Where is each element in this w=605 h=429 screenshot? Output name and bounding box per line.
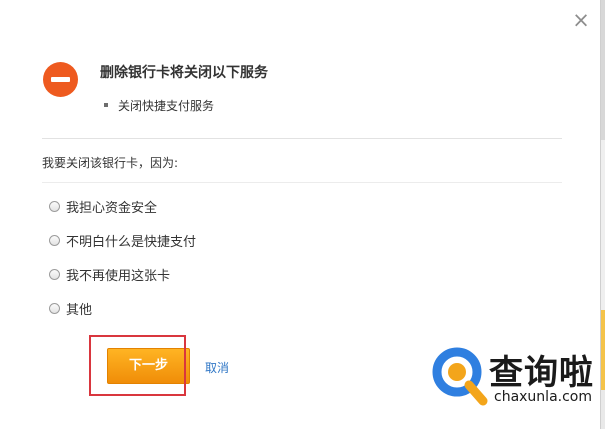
radio-button[interactable]: [49, 302, 60, 314]
reason-option[interactable]: 其他: [49, 291, 196, 325]
dialog-title: 删除银行卡将关闭以下服务: [100, 65, 268, 81]
warning-icon: [43, 62, 78, 97]
service-item: 关闭快捷支付服务: [104, 97, 214, 114]
radio-button[interactable]: [49, 268, 60, 280]
reason-option[interactable]: 我担心资金安全: [49, 189, 196, 223]
divider: [42, 138, 562, 139]
reason-question: 我要关闭该银行卡，因为:: [42, 156, 179, 170]
watermark-logo-icon: [432, 347, 488, 406]
close-icon[interactable]: ×: [571, 10, 591, 31]
reason-option[interactable]: 我不再使用这张卡: [49, 257, 196, 291]
divider: [42, 182, 562, 183]
bullet-icon: [104, 102, 108, 107]
reason-option-label: 其他: [66, 302, 93, 318]
watermark-url: chaxunla.com: [494, 389, 592, 405]
reason-option[interactable]: 不明白什么是快捷支付: [49, 223, 196, 257]
reason-option-label: 不明白什么是快捷支付: [66, 234, 197, 250]
minus-bar: [51, 77, 70, 82]
watermark: 查询啦 chaxunla.com: [431, 341, 601, 411]
watermark-text: 查询啦: [489, 353, 594, 393]
reason-options: 我担心资金安全 不明白什么是快捷支付 我不再使用这张卡 其他: [49, 189, 196, 325]
service-item-label: 关闭快捷支付服务: [118, 99, 215, 113]
radio-button[interactable]: [49, 234, 60, 246]
cancel-link[interactable]: 取消: [205, 359, 229, 376]
highlight-box: [89, 335, 186, 396]
radio-button[interactable]: [49, 200, 60, 212]
reason-option-label: 我担心资金安全: [66, 200, 158, 216]
reason-option-label: 我不再使用这张卡: [66, 268, 171, 284]
